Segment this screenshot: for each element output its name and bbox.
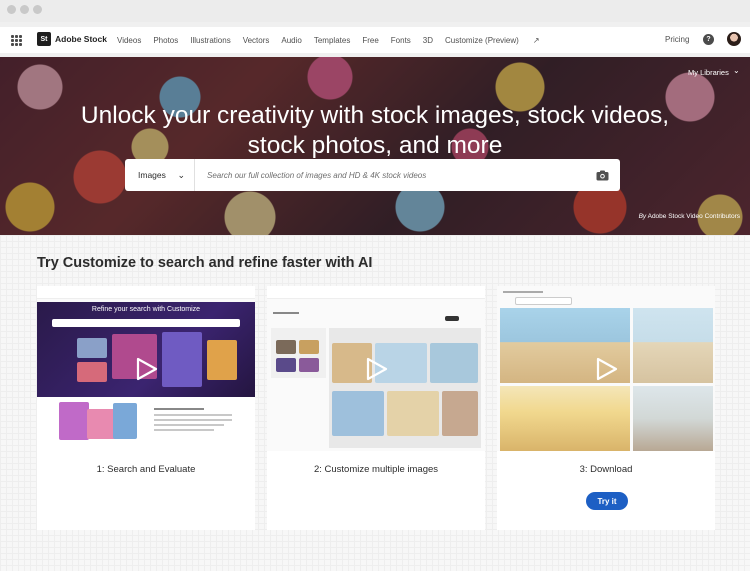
nav-item-templates[interactable]: Templates xyxy=(314,36,350,45)
window-dot-close[interactable] xyxy=(7,5,16,14)
adobe-stock-logo[interactable]: St Adobe Stock xyxy=(37,32,107,46)
mock-image xyxy=(77,362,107,382)
window-dot-maximize[interactable] xyxy=(33,5,42,14)
mock-button xyxy=(515,297,572,305)
hero-title-line-2: stock photos, and more xyxy=(247,132,503,160)
play-icon[interactable] xyxy=(596,357,618,381)
mock-text xyxy=(503,291,543,293)
mock-image xyxy=(162,332,202,387)
credit-prefix: By xyxy=(638,213,647,220)
hero-banner: My Libraries ⌄ Unlock your creativity wi… xyxy=(0,57,750,235)
try-it-button[interactable]: Try it xyxy=(586,492,628,510)
feature-card-search[interactable]: Refine your search with Customize 1: Sea… xyxy=(37,286,255,530)
play-icon[interactable] xyxy=(366,357,388,381)
feature-card-customize[interactable]: 2: Customize multiple images xyxy=(267,286,485,530)
hero-title: Unlock your creativity with stock images… xyxy=(0,101,750,161)
mock-image xyxy=(276,340,296,354)
mock-image xyxy=(442,391,478,436)
mock-image xyxy=(113,403,137,439)
nav-item-photos[interactable]: Photos xyxy=(153,36,178,45)
mock-image xyxy=(299,358,319,372)
app-switcher-icon[interactable] xyxy=(11,35,22,46)
nav-item-3d[interactable]: 3D xyxy=(423,36,433,45)
browser-chrome xyxy=(0,0,750,22)
search-input[interactable] xyxy=(195,160,592,190)
customize-section: Try Customize to search and refine faste… xyxy=(0,235,750,571)
mock-nav xyxy=(267,286,485,299)
mock-image xyxy=(430,343,478,383)
nav-item-customize-label: Customize (Preview) xyxy=(445,35,519,45)
mock-button xyxy=(445,316,459,321)
mock-text xyxy=(273,312,299,314)
nav-item-free[interactable]: Free xyxy=(362,36,378,45)
top-nav: St Adobe Stock Videos Photos Illustratio… xyxy=(0,27,750,53)
nav-menu: Videos Photos Illustrations Vectors Audi… xyxy=(117,27,564,53)
avatar[interactable] xyxy=(727,32,741,46)
mock-hero-title: Refine your search with Customize xyxy=(91,306,201,313)
card-video-thumbnail[interactable] xyxy=(497,286,715,451)
mock-results-panel xyxy=(329,328,481,448)
play-icon[interactable] xyxy=(136,357,158,381)
mock-text xyxy=(154,414,232,416)
window-dot-minimize[interactable] xyxy=(20,5,29,14)
help-icon[interactable]: ? xyxy=(703,34,714,45)
credit-name: Adobe Stock Video Contributors xyxy=(647,213,740,220)
nav-item-customize[interactable]: Customize (Preview) ↗ xyxy=(445,36,552,45)
mock-text xyxy=(154,419,232,421)
mock-hero: Refine your search with Customize xyxy=(37,302,255,397)
mock-text xyxy=(154,424,224,426)
card-label: 1: Search and Evaluate xyxy=(96,464,196,475)
mock-image xyxy=(299,340,319,354)
my-libraries-button[interactable]: My Libraries xyxy=(688,68,729,77)
mock-image xyxy=(276,358,296,372)
logo-mark: St xyxy=(37,32,51,46)
mock-image xyxy=(59,402,89,440)
card-video-thumbnail[interactable]: Refine your search with Customize xyxy=(37,286,255,451)
search-bar: Images ⌄ xyxy=(125,159,620,191)
search-type-label: Images xyxy=(138,170,166,180)
nav-item-illustrations[interactable]: Illustrations xyxy=(190,36,230,45)
feature-card-download[interactable]: 3: Download Try it xyxy=(497,286,715,530)
mock-image xyxy=(207,340,237,380)
mock-lower-content xyxy=(37,397,255,451)
photo-woman-dog xyxy=(633,386,713,451)
mock-image xyxy=(77,338,107,358)
brand-name: Adobe Stock xyxy=(55,34,107,44)
mock-text xyxy=(154,408,204,410)
mock-image xyxy=(332,391,384,436)
photo-sunset-dog xyxy=(500,386,630,451)
visual-search-camera-icon[interactable] xyxy=(592,165,612,185)
mock-image xyxy=(387,391,439,436)
hero-title-line-1: Unlock your creativity with stock images… xyxy=(80,102,670,130)
pricing-link[interactable]: Pricing xyxy=(665,35,689,44)
photo-dog-standing xyxy=(633,308,713,383)
section-title: Try Customize to search and refine faste… xyxy=(37,255,373,271)
nav-item-vectors[interactable]: Vectors xyxy=(243,36,270,45)
nav-item-audio[interactable]: Audio xyxy=(281,36,301,45)
card-label: 3: Download xyxy=(579,464,633,475)
card-video-thumbnail[interactable] xyxy=(267,286,485,451)
mock-search xyxy=(52,319,240,327)
hero-credit: By Adobe Stock Video Contributors xyxy=(639,213,740,220)
search-type-dropdown[interactable]: Images ⌄ xyxy=(125,159,195,191)
nav-item-videos[interactable]: Videos xyxy=(117,36,141,45)
mock-nav xyxy=(37,286,255,299)
chevron-down-icon[interactable]: ⌄ xyxy=(733,66,740,75)
chevron-down-icon: ⌄ xyxy=(177,169,185,180)
external-link-icon: ↗ xyxy=(532,35,540,45)
mock-side-panel xyxy=(271,328,326,378)
mock-text xyxy=(154,429,214,431)
card-label: 2: Customize multiple images xyxy=(313,464,439,475)
nav-item-fonts[interactable]: Fonts xyxy=(391,36,411,45)
